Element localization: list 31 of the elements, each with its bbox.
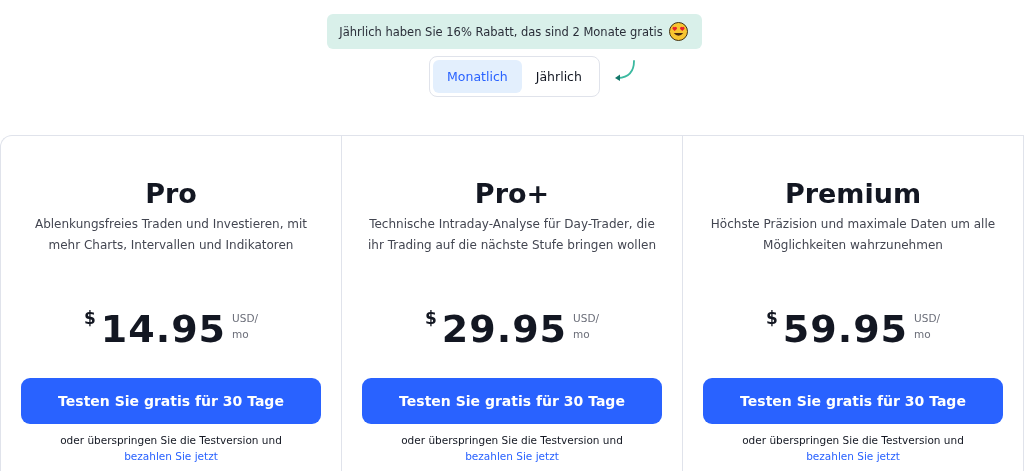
currency-symbol: $ [425, 308, 437, 328]
price-amount: 59.95 [782, 306, 909, 352]
currency-symbol: $ [84, 308, 96, 328]
plan-description: Technische Intraday-Analyse für Day-Trader, die ihr Trading auf die nächste Stufe bringen wollen [366, 216, 658, 254]
billing-tab[interactable]: Jährlich [521, 60, 596, 93]
payment-note: oder überspringen Sie die Testversion und bezahlen Sie jetzt [59, 433, 283, 464]
plan-description: Höchste Präzision und maximale Daten um alle Möglichkeiten wahrzunehmen [709, 216, 997, 254]
pay-now-link[interactable]: bezahlen Sie jetzt [124, 450, 218, 462]
price-unit: USD/ [573, 311, 599, 326]
price-period: mo [232, 327, 250, 342]
pay-now-link[interactable]: bezahlen Sie jetzt [465, 450, 559, 462]
trial-button[interactable]: Testen Sie gratis für 30 Tage [703, 378, 1003, 424]
price-amount: 14.95 [100, 306, 227, 352]
price-period: mo [573, 327, 591, 342]
payment-note: oder überspringen Sie die Testversion und bezahlen Sie jetzt [741, 433, 965, 464]
plan-name: Premium [784, 177, 922, 211]
promo-text: Jährlich haben Sie 16% Rabatt, das sind 2 Monate gratis [339, 24, 663, 39]
plan-description: Ablenkungsfreies Traden und Investieren, mit mehr Charts, Intervallen und Indikatoren [33, 216, 309, 254]
currency-symbol: $ [766, 308, 778, 328]
price-unit: USD/ [914, 311, 940, 326]
pay-now-link[interactable]: bezahlen Sie jetzt [806, 450, 900, 462]
price-period: mo [914, 327, 932, 342]
trial-button[interactable]: Testen Sie gratis für 30 Tage [362, 378, 662, 424]
heart-eyes-emoji-icon [668, 22, 688, 41]
billing-tab[interactable]: Monatlich [433, 60, 522, 93]
price-amount: 29.95 [441, 306, 568, 352]
payment-note: oder überspringen Sie die Testversion und bezahlen Sie jetzt [400, 433, 624, 464]
trial-button[interactable]: Testen Sie gratis für 30 Tage [21, 378, 321, 424]
plan-name: Pro [145, 177, 197, 211]
plan-name: Pro+ [474, 177, 550, 211]
price-unit: USD/ [232, 311, 258, 326]
